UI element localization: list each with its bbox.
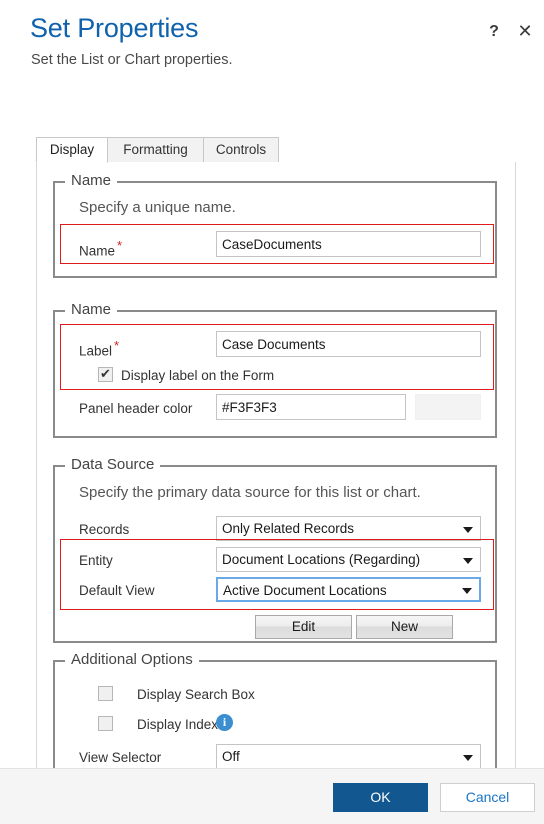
name-required-marker: * xyxy=(117,238,123,253)
entity-dropdown[interactable]: Document Locations (Regarding) xyxy=(216,547,481,572)
fieldset-name-unique-legend: Name xyxy=(65,172,118,189)
display-search-box-label: Display Search Box xyxy=(137,687,255,702)
display-tab-panel: Name Specify a unique name. Name* Name L… xyxy=(36,162,516,768)
data-source-helper: Specify the primary data source for this… xyxy=(79,484,421,501)
tab-display[interactable]: Display xyxy=(36,137,108,163)
chevron-down-icon xyxy=(462,587,472,594)
tab-bar: Display Formatting Controls xyxy=(36,137,516,163)
fieldset-name-label-legend: Name xyxy=(65,301,118,318)
fieldset-data-source: Data Source Specify the primary data sou… xyxy=(53,456,497,643)
fieldset-name-label: Name Label* Display label on the Form Pa… xyxy=(53,301,497,438)
ok-button[interactable]: OK xyxy=(333,783,428,812)
info-icon[interactable]: i xyxy=(216,714,233,731)
default-view-dropdown[interactable]: Active Document Locations xyxy=(216,577,481,602)
page-subtitle: Set the List or Chart properties. xyxy=(31,52,233,68)
tab-controls[interactable]: Controls xyxy=(203,137,279,163)
label-input[interactable] xyxy=(216,331,481,357)
default-view-label: Default View xyxy=(79,583,155,598)
display-label-checkbox[interactable] xyxy=(98,365,113,382)
label-required-marker: * xyxy=(114,338,120,353)
name-input[interactable] xyxy=(216,231,481,257)
panel-header-color-label: Panel header color xyxy=(79,401,193,416)
entity-dropdown-value: Document Locations (Regarding) xyxy=(222,552,421,567)
entity-label: Entity xyxy=(79,553,113,568)
view-selector-label: View Selector xyxy=(79,750,162,765)
view-selector-dropdown[interactable]: Off xyxy=(216,744,481,768)
set-properties-dialog: Set Properties Set the List or Chart pro… xyxy=(0,0,544,824)
fieldset-data-source-legend: Data Source xyxy=(65,456,161,473)
label-field-label-text: Label xyxy=(79,343,113,359)
tab-formatting[interactable]: Formatting xyxy=(107,137,204,163)
fieldset-additional-options-legend: Additional Options xyxy=(65,651,199,668)
dialog-footer: OK Cancel xyxy=(0,768,544,824)
dialog-header: Set Properties Set the List or Chart pro… xyxy=(0,0,544,112)
cancel-button[interactable]: Cancel xyxy=(440,783,535,812)
page-title: Set Properties xyxy=(30,13,199,43)
display-index-label: Display Index xyxy=(137,717,219,732)
fieldset-name-unique: Name Specify a unique name. Name * xyxy=(53,172,497,278)
panel-header-color-input[interactable] xyxy=(216,394,406,420)
display-search-box-checkbox[interactable] xyxy=(98,686,113,701)
new-button[interactable]: New xyxy=(356,615,453,639)
name-field-label-text: Name xyxy=(79,243,116,259)
records-label: Records xyxy=(79,522,130,537)
records-dropdown[interactable]: Only Related Records xyxy=(216,516,481,541)
view-selector-dropdown-value: Off xyxy=(222,749,240,764)
chevron-down-icon xyxy=(463,526,473,533)
panel-header-color-swatch[interactable] xyxy=(415,394,481,420)
help-icon[interactable]: ? xyxy=(484,22,504,42)
chevron-down-icon xyxy=(463,754,473,761)
name-unique-helper: Specify a unique name. xyxy=(79,199,236,216)
chevron-down-icon xyxy=(463,557,473,564)
fieldset-additional-options: Additional Options Display Search Box Di… xyxy=(53,651,497,768)
records-dropdown-value: Only Related Records xyxy=(222,521,355,536)
name-field-label: Name * xyxy=(79,238,122,259)
close-icon[interactable]: ✕ xyxy=(515,21,535,41)
display-index-checkbox[interactable] xyxy=(98,716,113,731)
edit-button[interactable]: Edit xyxy=(255,615,352,639)
display-label-checkbox-label: Display label on the Form xyxy=(121,368,275,383)
label-field-label: Label * xyxy=(79,338,119,359)
default-view-dropdown-value: Active Document Locations xyxy=(223,583,387,598)
